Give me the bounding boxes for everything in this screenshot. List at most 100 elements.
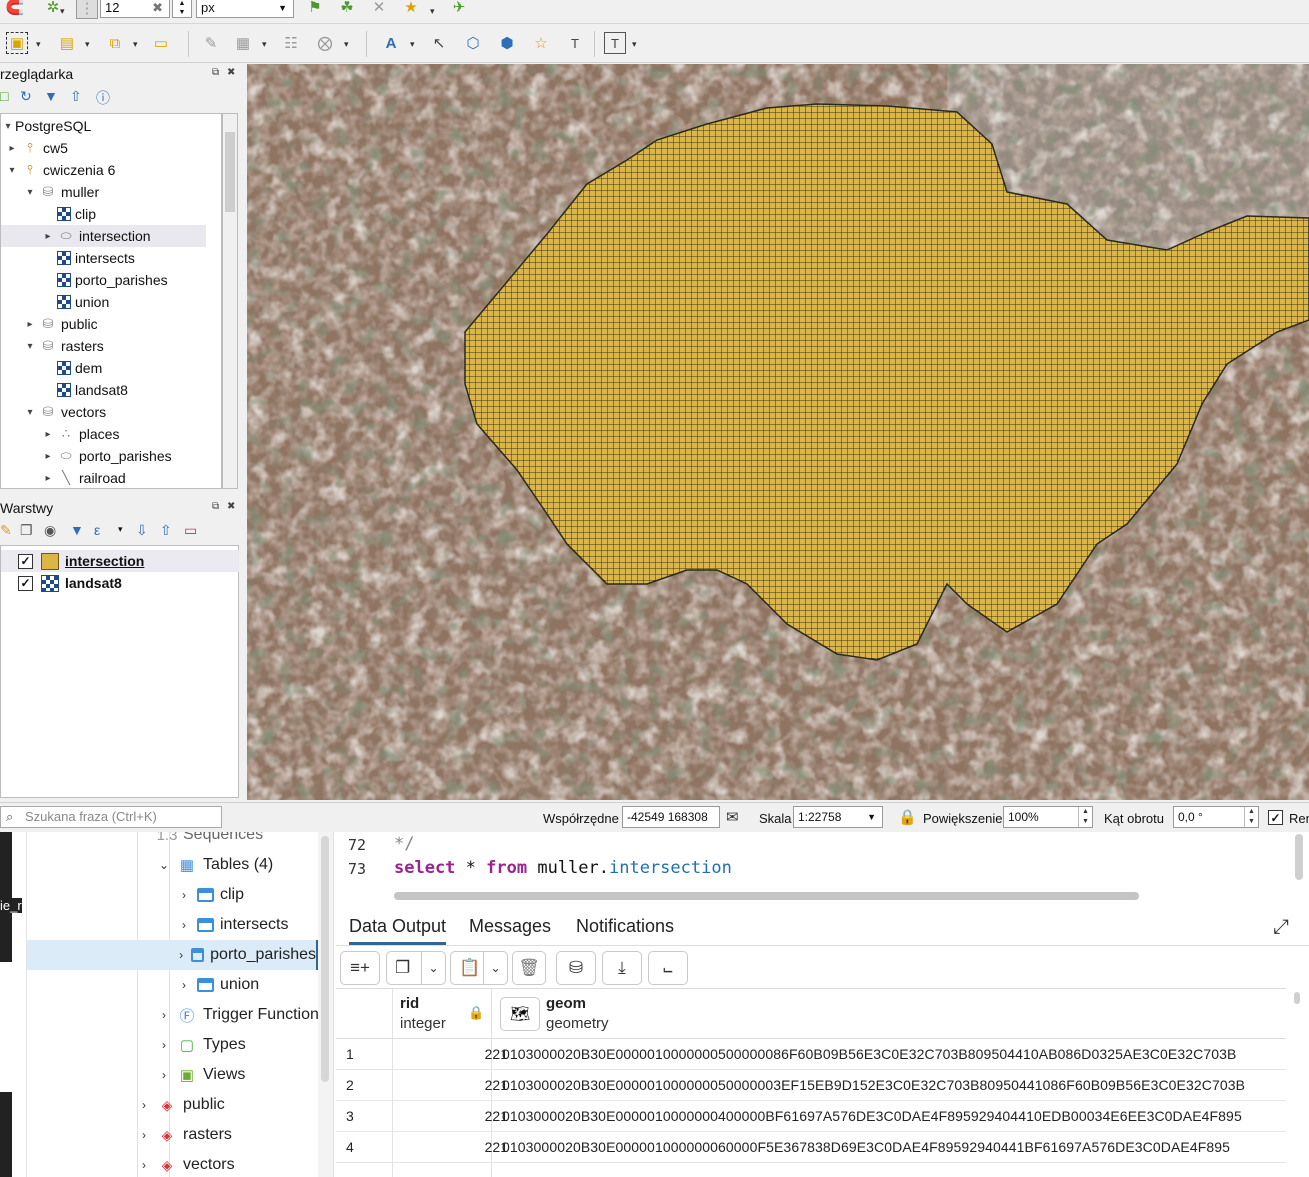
chevron-down-icon[interactable]: ▾ [344,39,349,50]
tree-item-views[interactable]: › ▣ Views [155,1060,245,1090]
reshape-icon[interactable]: ⨂ [314,32,336,54]
column-header-rid[interactable]: rid [400,995,419,1012]
chevron-right-icon[interactable]: › [135,1128,153,1142]
locator-search-input[interactable]: ⌕ Szukana fraza (Ctrl+K) [0,806,222,828]
chevron-right-icon[interactable]: › [175,888,193,902]
tree-item-postgresql[interactable]: ▾🐘PostgreSQL [1,115,91,137]
chevron-down-icon[interactable]: ▾ [262,39,267,50]
chevron-right-icon[interactable]: › [135,1158,153,1172]
select-location-icon[interactable]: ▭ [150,32,172,54]
tree-item-trigger-functions[interactable]: › Ⓕ Trigger Functions [155,1000,318,1030]
chevron-down-icon[interactable]: ▾ [60,6,65,17]
download-button[interactable]: ⤓ [602,951,642,985]
filter-icon[interactable]: ▼ [70,522,84,538]
tree-item-muller[interactable]: ▾ ⛁ muller [23,181,99,203]
tree-item-intersects[interactable]: › intersects [175,910,288,940]
scrollbar-thumb[interactable] [225,132,235,212]
add-selected-icon[interactable]: □ [0,88,8,104]
tree-item-public[interactable]: › ◈ public [135,1090,225,1120]
tab-data-output[interactable]: Data Output [349,916,447,945]
paste-button[interactable]: 📋 ⌄ [450,951,508,985]
unit-select[interactable]: px ▼ [196,0,294,18]
tree-item-clip[interactable]: › clip [175,880,244,910]
table-row[interactable]: 4 221 0103000020B30E000001000000060000F5… [336,1132,1286,1163]
cell-geom[interactable]: 0103000020B30E0000010000000500000086F60B… [502,1046,1236,1062]
tree-item-union[interactable]: › union [175,970,259,1000]
tree-item-vectors[interactable]: ▾ ⛁ vectors [23,401,106,423]
collapsed-arrow-icon[interactable]: ▸ [23,319,37,330]
collapsed-arrow-icon[interactable]: ▸ [41,451,55,462]
editor-vscrollbar[interactable] [1295,834,1303,880]
spinner-arrows-icon[interactable]: ▲ ▼ [1244,807,1258,827]
tree-item-places[interactable]: ▸ ∴ places [41,423,119,445]
chevron-down-icon[interactable]: ▾ [133,39,138,50]
tree-item-clip[interactable]: clip [41,203,96,225]
column-header-geom[interactable]: geom [546,995,586,1012]
attribute-table-icon[interactable]: ✎ [200,32,222,54]
label-text-icon[interactable]: A [380,32,402,54]
split-features-icon[interactable]: ☷ [280,32,302,54]
chevron-down-icon[interactable]: ▾ [410,39,415,50]
style-icon[interactable]: ✎ [0,522,12,539]
chevron-right-icon[interactable]: › [175,918,193,932]
table-row[interactable]: 3 221 0103000020B30E0000010000000400000B… [336,1101,1286,1132]
render-checkbox[interactable]: ✓ [1268,810,1283,825]
add-group-icon[interactable]: ❐ [20,522,33,539]
expanded-arrow-icon[interactable]: ▾ [5,165,19,176]
query-editor[interactable]: 72 73 */ select * from muller.intersecti… [336,832,1309,904]
select-features-icon[interactable]: ▣ [6,32,28,54]
cell-rid[interactable]: 221 [392,1077,508,1093]
chevron-down-icon[interactable]: ▾ [118,524,123,535]
change-label-icon[interactable]: ✈ [448,0,470,18]
scrollbar-thumb[interactable] [1294,992,1300,1004]
save-data-button[interactable]: ⛁ [556,951,596,985]
view-geometry-button[interactable]: 🗺 [500,997,540,1031]
cell-geom[interactable]: 0103000020B30E0000010000000400000BF61697… [502,1108,1242,1124]
tree-item-union[interactable]: union [41,291,109,313]
spinner-arrows-icon[interactable]: ▲ ▼ [1078,807,1092,827]
collapsed-arrow-icon[interactable]: ▸ [41,429,55,440]
magnifier-spinbox[interactable]: 100% ▲ ▼ [1003,806,1093,828]
float-panel-icon[interactable]: ⧉ [212,501,219,512]
tree-item-landsat8[interactable]: landsat8 [41,379,128,401]
add-ring-icon[interactable]: ⬢ [496,32,518,54]
filter-icon[interactable]: ▼ [44,88,58,104]
lock-icon[interactable]: 🔒 [898,808,917,826]
editor-hscrollbar[interactable] [394,892,1139,900]
expanded-arrow-icon[interactable]: ▾ [23,187,37,198]
collapsed-arrow-icon[interactable]: ▸ [5,143,19,154]
chevron-right-icon[interactable]: › [155,1068,173,1082]
cell-rid[interactable]: 221 [392,1046,508,1062]
chevron-right-icon[interactable]: › [175,978,193,992]
mouse-toggle-icon[interactable]: ✉ [726,808,739,826]
graph-visualiser-button[interactable]: ⨽ [648,951,688,985]
chevron-down-icon[interactable]: ▾ [85,39,90,50]
coordinates-field[interactable]: -42549 168308 [622,806,720,828]
tree-item-tables[interactable]: ⌄ ▦ Tables (4) [155,850,273,880]
tree-item-railroad[interactable]: ▸ ╲ railroad [41,467,125,488]
clear-icon[interactable]: ✖ [152,0,163,17]
expanded-arrow-icon[interactable]: ▾ [23,407,37,418]
chevron-right-icon[interactable]: › [155,1008,173,1022]
chevron-right-icon[interactable]: › [155,1038,173,1052]
table-row[interactable]: 2 221 0103000020B30E00000100000005000000… [336,1070,1286,1101]
tree-item-rasters[interactable]: ▾ ⛁ rasters [23,335,103,357]
cell-geom[interactable]: 0103000020B30E000001000000050000003EF15E… [502,1077,1245,1093]
tab-messages[interactable]: Messages [469,916,551,937]
favorite-icon[interactable]: ☆ [530,32,552,54]
browser-scrollbar[interactable] [222,113,238,489]
tree-item-porto-parishes[interactable]: › porto_parishes [27,940,318,970]
copy-button[interactable]: ❐ ⌄ [386,951,446,985]
expanded-arrow-icon[interactable]: ▾ [1,121,15,132]
layer-item-intersection[interactable]: ✓ intersection [1,550,239,572]
rotation-spinbox[interactable]: 0,0 ° ▲ ▼ [1173,806,1259,828]
label-tool-icon[interactable]: ⋮ [76,0,98,19]
magnet-snapping-icon[interactable]: 🧲 [4,0,26,18]
visibility-icon[interactable]: ◉ [44,522,56,539]
select-by-value-icon[interactable]: ▤ [56,32,78,54]
tree-item-sequences[interactable]: 1.3 Sequences [157,832,263,850]
chevron-right-icon[interactable]: › [135,1098,153,1112]
collapse-all-icon[interactable]: ⇧ [160,522,172,539]
pin-label-icon[interactable]: ⚑ [304,0,326,18]
tree-scrollbar[interactable] [318,832,334,1177]
